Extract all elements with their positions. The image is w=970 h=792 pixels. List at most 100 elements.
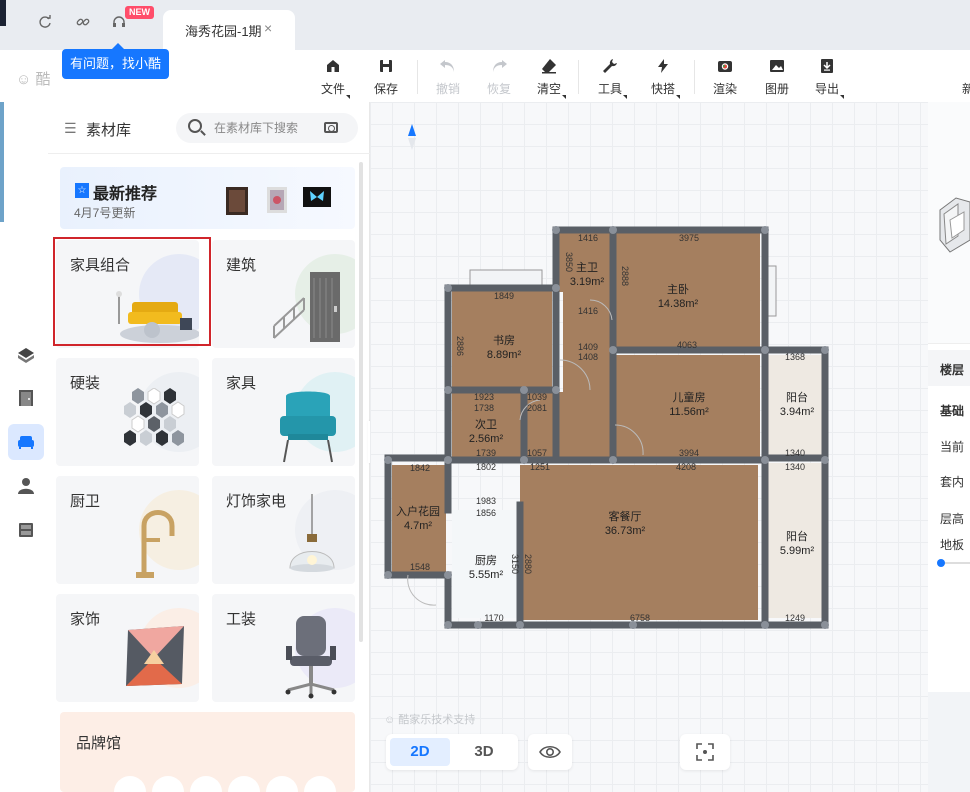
wrench-icon (590, 58, 630, 78)
card-label: 硬装 (70, 375, 101, 392)
tab-project[interactable]: 海秀花园-1期 × (163, 10, 295, 50)
room-name: 次卫 (475, 417, 497, 431)
brand-logos (114, 776, 336, 792)
toolbar-divider (694, 60, 695, 94)
save-icon (366, 58, 406, 78)
dimension-label: 1251 (530, 462, 550, 472)
category-card-furniture[interactable]: 家具 (212, 358, 355, 466)
dimension-label: 1548 (410, 562, 430, 572)
visibility-button[interactable] (528, 734, 572, 770)
export-button[interactable]: 导出 (807, 58, 847, 99)
room-name: 主卫 (576, 261, 598, 274)
category-card-kitchen-bath[interactable]: 厨卫 (56, 476, 199, 584)
recommend-banner[interactable]: ☆ 最新推荐 4月7号更新 (60, 167, 355, 229)
sofa-icon (18, 436, 34, 449)
room-area: 14.38m² (658, 298, 699, 310)
dimension-label: 3850 (564, 252, 574, 272)
file-button[interactable]: 文件 (313, 58, 353, 99)
category-card-architecture[interactable]: 建筑 (212, 240, 355, 348)
slider-handle[interactable] (937, 559, 945, 567)
undo-button[interactable]: 撤销 (428, 58, 468, 97)
view-3d-button[interactable]: 3D (454, 738, 514, 766)
floor-panel-title: 楼层 (940, 363, 965, 377)
dimension-label: 1340 (785, 448, 805, 458)
card-label: 家饰 (70, 611, 101, 628)
room-area: 4.7m² (404, 520, 432, 532)
floorplan-tool-button[interactable] (8, 338, 44, 374)
category-card-hard-decoration[interactable]: 硬装 (56, 358, 199, 466)
room-name: 阳台 (786, 390, 808, 404)
furniture-tool-button[interactable] (8, 424, 44, 460)
dimension-label: 1249 (785, 613, 805, 623)
category-card-commercial[interactable]: 工装 (212, 594, 355, 702)
recommend-title: 最新推荐 (93, 186, 158, 203)
focus-frame-icon (696, 743, 714, 761)
property-label: 套内 (940, 475, 965, 489)
cabinet-tool-button[interactable] (8, 512, 44, 548)
floor-panel-header[interactable]: 楼层 (928, 350, 970, 386)
fit-view-button[interactable] (680, 734, 730, 770)
card-label: 家具 (226, 375, 257, 392)
camera-search-icon[interactable] (324, 122, 338, 133)
cabinet-icon (19, 523, 33, 537)
logo-icon: ☺ (16, 71, 32, 88)
room-name: 儿童房 (673, 390, 706, 404)
tab-bar: NEW 海秀花园-1期 × (0, 0, 970, 50)
eye-icon (539, 745, 561, 759)
design-canvas[interactable]: 主卫 3.19m² 主卧 14.38m² 书房 8.89m² 儿童房 11.56… (370, 102, 928, 792)
logo: ☺ 酷 (16, 68, 51, 89)
room-name: 阳台 (786, 529, 808, 543)
caret-icon (676, 95, 680, 99)
link-icon[interactable] (74, 15, 92, 33)
door-tool-button[interactable] (8, 380, 44, 416)
dimension-label: 1409 (578, 342, 598, 352)
category-rail (0, 102, 48, 792)
property-label: 地板 (940, 538, 965, 552)
material-search (176, 113, 358, 143)
clear-button[interactable]: 清空 (529, 58, 569, 99)
album-label: 图册 (764, 82, 789, 96)
toolbar-divider (417, 60, 418, 94)
refresh-icon[interactable] (36, 15, 54, 33)
tab-title: 海秀花园-1期 (185, 24, 262, 39)
room-name: 客餐厅 (609, 509, 642, 523)
caret-icon (840, 95, 844, 99)
brand-mini-icon: ☺ (384, 714, 396, 726)
close-icon[interactable]: × (264, 20, 272, 36)
render-button[interactable]: 渲染 (705, 58, 745, 97)
view-2d-button[interactable]: 2D (390, 738, 450, 766)
selected-card-highlight (53, 237, 211, 346)
dimension-label: 1739 (476, 448, 496, 458)
floor-plan[interactable]: 主卫 3.19m² 主卧 14.38m² 书房 8.89m² 儿童房 11.56… (370, 102, 928, 702)
list-icon[interactable]: ☰ (64, 120, 77, 137)
dimension-label: 1849 (494, 291, 514, 301)
dimension-label: 1039 (527, 392, 547, 402)
quick-build-button[interactable]: 快搭 (643, 58, 683, 99)
person-tool-button[interactable] (8, 468, 44, 504)
panel-scrollbar[interactable] (359, 162, 363, 642)
redo-button[interactable]: 恢复 (479, 58, 519, 97)
lightning-icon (643, 58, 683, 78)
search-icon[interactable] (188, 119, 202, 133)
tools-button[interactable]: 工具 (590, 58, 630, 99)
panel-header: ☰ 素材库 (48, 102, 370, 154)
dimension-label: 2886 (455, 336, 465, 356)
brand-hall-banner[interactable]: 品牌馆 (60, 712, 355, 792)
save-button[interactable]: 保存 (366, 58, 406, 97)
door-icon (19, 390, 33, 406)
toolbar-overflow[interactable]: 新 (962, 80, 970, 97)
category-card-home-decor[interactable]: 家饰 (56, 594, 199, 702)
redo-label: 恢复 (486, 82, 511, 96)
help-tooltip[interactable]: 有问题，找小酷 (62, 43, 170, 79)
category-card-lighting-appliance[interactable]: 灯饰家电 (212, 476, 355, 584)
dimension-label: 1057 (527, 448, 547, 458)
dimension-label: 1416 (578, 306, 598, 316)
eraser-icon (529, 58, 569, 78)
album-button[interactable]: 图册 (757, 58, 797, 97)
room-name: 厨房 (475, 554, 497, 567)
floor-thickness-slider[interactable] (937, 559, 970, 567)
3d-preview[interactable] (928, 102, 970, 344)
room-area: 5.99m² (780, 545, 815, 557)
caret-icon (562, 95, 566, 99)
search-input[interactable] (214, 118, 322, 138)
